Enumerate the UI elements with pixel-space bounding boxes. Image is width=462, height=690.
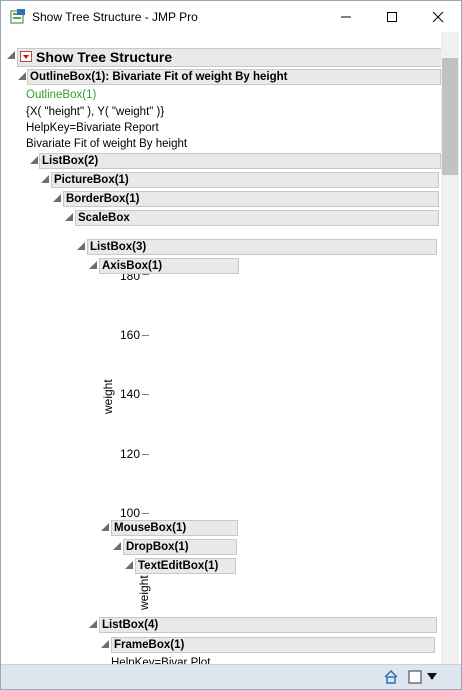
listbox2-header[interactable]: ListBox(2) bbox=[39, 153, 441, 169]
disclosure-icon[interactable] bbox=[18, 72, 26, 80]
tree-content: Show Tree Structure OutlineBox(1): Bivar… bbox=[1, 32, 461, 664]
disclosure-icon[interactable] bbox=[53, 194, 61, 202]
node-xy-info: {X( "height" ), Y( "weight" )} bbox=[26, 106, 165, 118]
framebox-helpkey: HelpKey=Bivar Plot bbox=[111, 657, 211, 664]
tick-label-120: 120 bbox=[120, 447, 141, 461]
minimize-icon bbox=[341, 16, 351, 17]
disclosure-icon[interactable] bbox=[89, 261, 97, 269]
tick-mark bbox=[142, 335, 149, 336]
disclosure-icon[interactable] bbox=[101, 523, 109, 531]
tick-label-160: 160 bbox=[120, 328, 141, 342]
window-title: Show Tree Structure - JMP Pro bbox=[32, 10, 198, 24]
maximize-button[interactable] bbox=[369, 1, 415, 32]
scrollbar-thumb[interactable] bbox=[442, 58, 458, 175]
disclosure-icon[interactable] bbox=[113, 542, 121, 550]
axis-panel: 180 160 140 120 100 weight bbox=[98, 274, 151, 518]
tick-label-140: 140 bbox=[120, 387, 141, 401]
tick-mark bbox=[142, 274, 149, 275]
node-title: Bivariate Fit of weight By height bbox=[26, 138, 188, 150]
listbox4-header[interactable]: ListBox(4) bbox=[99, 617, 437, 633]
axisbox1-header[interactable]: AxisBox(1) bbox=[99, 258, 239, 274]
tick-mark bbox=[142, 454, 149, 455]
disclosure-icon[interactable] bbox=[41, 175, 49, 183]
picturebox1-header[interactable]: PictureBox(1) bbox=[51, 172, 439, 188]
listbox3-header[interactable]: ListBox(3) bbox=[87, 239, 437, 255]
disclosure-icon[interactable] bbox=[77, 242, 85, 250]
texteditbox1-header[interactable]: TextEditBox(1) bbox=[135, 558, 236, 574]
title-bar: Show Tree Structure - JMP Pro bbox=[1, 1, 461, 32]
tick-mark bbox=[142, 513, 149, 514]
root-outline-header[interactable]: Show Tree Structure bbox=[17, 48, 455, 67]
red-triangle-menu-icon[interactable] bbox=[20, 51, 32, 62]
disclosure-icon[interactable] bbox=[125, 561, 133, 569]
close-icon bbox=[432, 11, 444, 22]
jmp-app-icon bbox=[10, 9, 25, 24]
maximize-icon bbox=[387, 11, 397, 22]
root-title: Show Tree Structure bbox=[36, 49, 173, 65]
scalebox-header[interactable]: ScaleBox bbox=[75, 210, 439, 226]
axis-label: weight bbox=[101, 379, 115, 414]
disclosure-icon[interactable] bbox=[65, 213, 73, 221]
framebox1-header[interactable]: FrameBox(1) bbox=[111, 637, 435, 653]
checkbox-icon[interactable] bbox=[408, 670, 422, 684]
mousebox1-header[interactable]: MouseBox(1) bbox=[111, 520, 238, 536]
tick-label-100: 100 bbox=[120, 506, 141, 518]
status-bar bbox=[1, 664, 461, 689]
disclosure-icon[interactable] bbox=[7, 51, 15, 59]
outline-box-header[interactable]: OutlineBox(1): Bivariate Fit of weight B… bbox=[27, 69, 441, 85]
disclosure-icon[interactable] bbox=[30, 156, 38, 164]
node-helpkey: HelpKey=Bivariate Report bbox=[26, 122, 159, 134]
tick-label-180: 180 bbox=[120, 274, 141, 283]
textedit-label: weight bbox=[137, 575, 151, 610]
disclosure-icon[interactable] bbox=[101, 640, 109, 648]
tick-mark bbox=[142, 394, 149, 395]
node-name-outlinebox: OutlineBox(1) bbox=[26, 89, 97, 101]
dropbox1-header[interactable]: DropBox(1) bbox=[123, 539, 237, 555]
disclosure-icon[interactable] bbox=[89, 620, 97, 628]
borderbox1-header[interactable]: BorderBox(1) bbox=[63, 191, 439, 207]
close-button[interactable] bbox=[415, 1, 461, 32]
window: Show Tree Structure - JMP Pro Show Tree … bbox=[0, 0, 462, 690]
minimize-button[interactable] bbox=[323, 1, 369, 32]
home-icon[interactable] bbox=[383, 670, 399, 684]
dropdown-arrow-icon[interactable] bbox=[427, 673, 437, 681]
